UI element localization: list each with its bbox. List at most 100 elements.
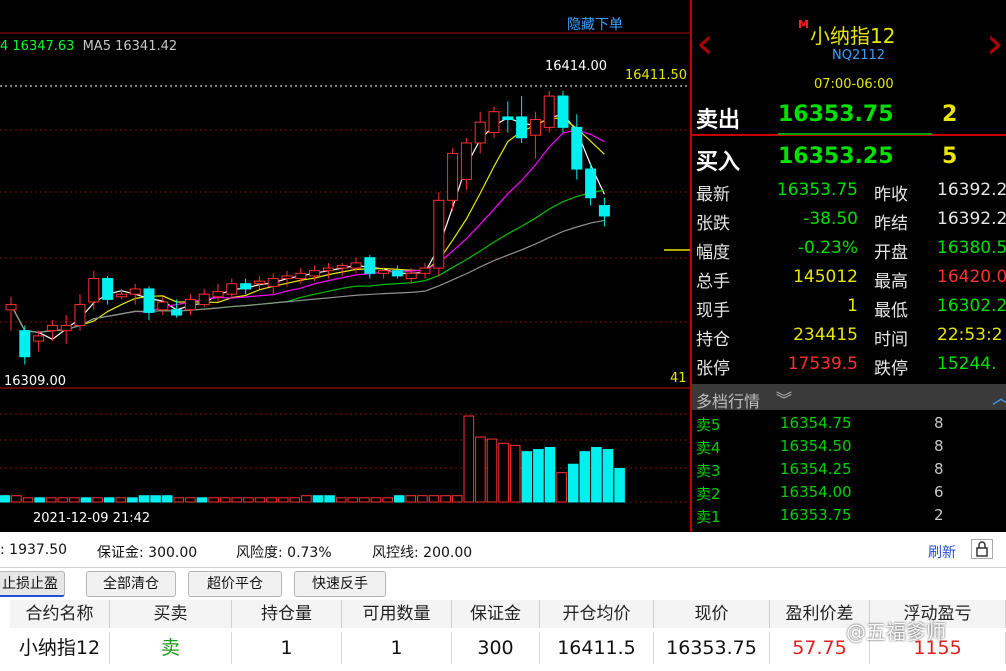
quote-label-2: 昨收 [874,185,908,205]
volume-bar [556,472,567,503]
candle-body [309,270,321,277]
close-all-button[interactable]: 全部清仓 [86,571,176,597]
column-header[interactable]: 开仓均价 [540,600,654,628]
candle-body [253,280,265,285]
lock-icon[interactable] [971,539,993,559]
volume-bar [11,495,22,503]
quote-value: 16353.75 [776,180,858,200]
quote-row: 现手 1 最低 16302.2 [692,296,1006,324]
quote-value: 234415 [793,325,858,345]
candle-body [391,270,403,277]
depth-header[interactable]: 多档行情 ︾ ︿ [692,384,1006,411]
watermark: @五福爹师 [846,620,946,644]
depth-price: 16354.50 [780,437,852,455]
kline-chart[interactable] [0,0,690,532]
quote-value-2: 16380.5 [937,238,1006,258]
candle-body [405,272,417,280]
sell-row[interactable]: 卖出 16353.75 2 [692,96,1006,136]
contract-code: NQ2112 [832,48,886,63]
volume-bar [602,449,614,503]
quote-value-2: 15244. [937,354,997,374]
table-cell: 卖 [110,632,232,664]
quote-value: 145012 [793,267,858,287]
next-contract-icon[interactable]: › [986,22,1004,66]
volume-bar [103,497,115,503]
refresh-link[interactable]: 刷新 [928,542,956,562]
prev-contract-icon[interactable]: ‹ [696,22,714,66]
volume-bar [185,497,196,503]
candle-body [571,126,583,170]
candle-body [350,262,362,269]
column-header[interactable]: 保证金 [452,600,540,628]
balance-text: : 1937.50 [0,542,68,558]
depth-volume: 2 [934,506,944,524]
volume-bar [591,446,602,503]
candle-body [557,95,569,128]
buy-row[interactable]: 买入 16353.25 5 [692,138,1006,178]
volume-bar [219,497,231,503]
candle-body [212,291,224,298]
volume-bar [521,451,533,503]
depth-row[interactable]: 卖1 16353.75 2 [692,506,1006,529]
candle-body [226,283,238,295]
volume-bar [277,497,289,503]
column-header[interactable]: 合约名称 [10,600,110,628]
depth-volume: 8 [934,460,944,478]
depth-row[interactable]: 卖5 16354.75 8 [692,414,1006,437]
quote-value-2: 16302.2 [937,296,1006,316]
depth-price: 16354.00 [780,483,852,501]
quote-row: 持仓 234415 时间 22:53:2 [692,325,1006,353]
column-header[interactable]: 持仓量 [232,600,342,628]
candle-body [115,293,127,298]
volume-bar [382,497,393,503]
column-header[interactable]: 买卖 [110,600,232,628]
quote-row: 张停 17539.5 跌停 15244. [692,354,1006,382]
candle-body [516,116,528,139]
volume-bar [80,497,92,503]
expand-icon[interactable]: ︾ [776,386,792,410]
ma5-label: MA5 [82,39,111,54]
buy-price: 16353.25 [778,144,894,169]
volume-bar [22,497,34,503]
quick-reverse-button[interactable]: 快速反手 [294,571,386,597]
close-over-price-button[interactable]: 超价平仓 [188,571,282,597]
quote-label: 总手 [696,272,730,292]
quote-label: 现手 [696,301,730,321]
candle-body [19,330,31,358]
sell-label: 卖出 [696,108,741,133]
depth-row[interactable]: 卖2 16354.00 6 [692,483,1006,506]
candle-body [419,267,431,274]
sell-qty: 2 [942,102,958,127]
volume-bar [34,497,45,503]
column-header[interactable]: 可用数量 [342,600,452,628]
candle-body [460,142,472,180]
depth-row[interactable]: 卖3 16354.25 8 [692,460,1006,483]
separator-line [0,567,1006,568]
volume-bar [509,444,521,503]
trade-area: : 1937.50 保证金: 300.00 风险度: 0.73% 风控线: 20… [0,532,1006,671]
candle-body [364,257,376,274]
candle-body [129,288,141,295]
collapse-icon[interactable]: ︿ [992,384,1006,410]
volume-bar [428,495,440,503]
quote-label-2: 最低 [874,301,908,321]
volume-bar [440,495,451,503]
volume-bar [138,495,150,503]
volume-bar [0,495,11,503]
volume-bar [475,436,486,503]
hide-order-link[interactable]: 隐藏下单 [567,14,623,34]
candle-body [33,335,45,342]
quote-label-2: 昨结 [874,214,908,234]
depth-label: 卖3 [696,462,721,480]
depth-row[interactable]: 卖4 16354.50 8 [692,437,1006,460]
depth-label: 卖4 [696,439,721,457]
quote-label-2: 开盘 [874,243,908,263]
candle-body [488,111,500,134]
candle-body [102,278,114,300]
market-badge: M [798,18,809,31]
quote-row: 幅度 -0.23% 开盘 16380.5 [692,238,1006,266]
stop-loss-tab[interactable]: 止损止盈 [0,571,65,597]
quote-row: 最新 16353.75 昨收 16392.2 [692,180,1006,208]
column-header[interactable]: 现价 [654,600,770,628]
candle-body [378,270,390,274]
